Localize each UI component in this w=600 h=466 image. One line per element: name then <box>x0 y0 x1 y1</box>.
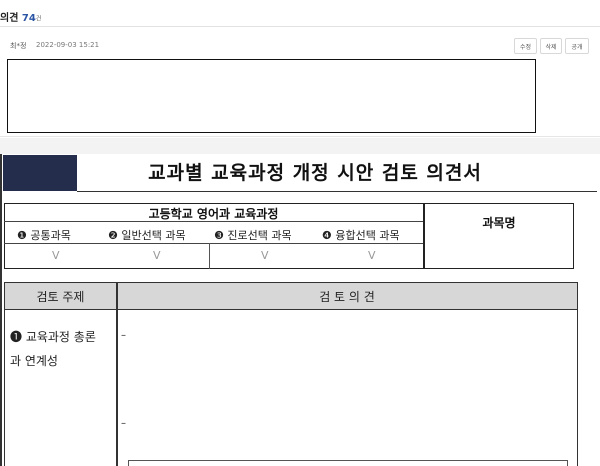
opinion-bullet: – <box>121 418 126 429</box>
course-type-convergence: ❹ 융합선택 과목 <box>322 227 400 243</box>
review-opinion-header: 검 토 의 견 <box>319 290 375 304</box>
course-type-general: ❷ 일반선택 과목 <box>108 227 186 243</box>
checkmark-icon: V <box>368 249 376 262</box>
course-table-row-line <box>4 243 423 244</box>
header-title: 의견 <box>0 13 19 24</box>
course-type-label: 공통과목 <box>30 229 71 242</box>
course-type-career: ❸ 진로선택 과목 <box>214 227 292 243</box>
delete-button[interactable]: 삭제 <box>540 38 562 54</box>
inner-box <box>128 460 568 466</box>
course-table-divider <box>423 203 425 269</box>
num-4-icon: ❹ <box>322 229 332 242</box>
course-type-label: 융합선택 과목 <box>335 229 400 242</box>
checkmark-icon: V <box>52 249 60 262</box>
course-type-label: 일반선택 과목 <box>121 229 186 242</box>
edit-button[interactable]: 수정 <box>514 38 537 54</box>
document-logo-block <box>3 155 77 191</box>
num-2-icon: ❷ <box>108 229 118 242</box>
course-type-common: ❶ 공통과목 <box>17 227 71 243</box>
num-1-icon: ❶ <box>17 229 27 242</box>
count-unit: 건 <box>35 15 42 23</box>
course-table-col-line <box>209 243 210 269</box>
review-table-divider <box>116 283 118 466</box>
comment-date: 2022-09-03 15:21 <box>36 41 100 49</box>
review-topic-line: 과 연계성 <box>10 354 58 368</box>
comment-text-box <box>7 59 536 133</box>
public-button[interactable]: 공개 <box>565 38 589 54</box>
section-gap <box>0 138 600 154</box>
num-3-icon: ❸ <box>214 229 224 242</box>
title-underline <box>77 191 597 192</box>
course-table-heading: 고등학교 영어과 교육과정 <box>148 207 279 221</box>
review-topic-header: 검토 주제 <box>36 290 85 304</box>
document-title: 교과별 교육과정 개정 시안 검토 의견서 <box>148 162 482 184</box>
checkmark-icon: V <box>261 249 269 262</box>
review-topic-cell: ❶ 교육과정 총론 과 연계성 <box>10 325 115 373</box>
opinion-bullet: – <box>121 330 126 341</box>
checkmark-icon: V <box>153 249 161 262</box>
subject-name-header: 과목명 <box>482 216 516 230</box>
comment-author: 최*정 <box>10 42 27 50</box>
opinion-count: 74 <box>21 13 36 24</box>
review-topic-line: ❶ 교육과정 총론 <box>10 330 96 344</box>
course-type-label: 진로선택 과목 <box>227 229 292 242</box>
opinion-count-header: 의견 74건 <box>0 9 41 24</box>
